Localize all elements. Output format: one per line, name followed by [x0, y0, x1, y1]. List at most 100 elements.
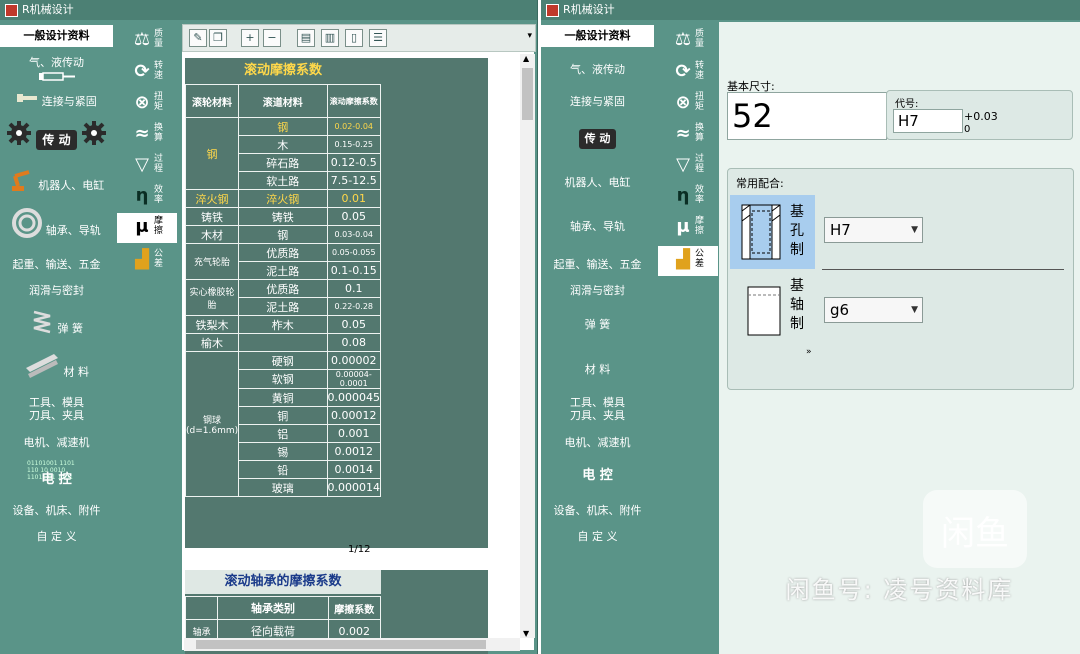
scroll-down-icon[interactable]: ▼ — [523, 629, 529, 638]
table-cell: 0.1 — [326, 279, 381, 298]
table-cell: 榆木 — [184, 333, 240, 352]
category-bearing-rail[interactable]: 轴承、导轨 — [0, 208, 113, 246]
subcat-tolerance[interactable]: ▟ 公差 — [117, 246, 177, 276]
hole-fit-select[interactable]: H7 ▼ — [824, 217, 923, 243]
table-cell: 淬火钢 — [238, 189, 328, 208]
category-label: 润滑与密封 — [570, 284, 625, 297]
subcat-efficiency[interactable]: η 效率 — [117, 182, 177, 212]
table-row: 钢球(d=1.6mm) 硬钢 0.00002 — [184, 351, 381, 497]
expand-icon[interactable]: » — [806, 347, 812, 357]
column-header: 摩擦系数 — [327, 596, 382, 620]
category-item[interactable]: 传 动 — [541, 120, 654, 158]
subcat-process[interactable]: ▽ 过程 — [117, 151, 177, 181]
subcat-item[interactable]: ⟳ 转速 — [658, 58, 718, 88]
category-custom[interactable]: 自 定 义 — [0, 528, 113, 546]
fit-page-icon[interactable]: ▤ — [297, 29, 315, 47]
continuous-page-icon[interactable]: ☰ — [369, 29, 387, 47]
subcat-item[interactable]: μ 摩擦 — [658, 213, 718, 243]
category-label: 设备、机床、附件 — [12, 504, 101, 517]
category-general-design[interactable]: 一般设计资料 — [0, 25, 113, 47]
subcat-item[interactable]: ≈ 换算 — [658, 120, 718, 150]
category-electric-control[interactable]: 01101001 1101 110 10 0010 11011 01 1101 … — [0, 458, 113, 494]
subcat-mass[interactable]: ⚖ 质量 — [117, 26, 177, 56]
subcat-friction[interactable]: μ 摩擦 — [117, 213, 177, 243]
subcat-item[interactable]: ▽ 过程 — [658, 151, 718, 181]
i-beam-icon — [24, 350, 60, 395]
subcat-item[interactable]: η 效率 — [658, 182, 718, 212]
shaft-fit-value: g6 — [830, 301, 850, 319]
table-cell: 优质路 — [238, 279, 328, 298]
vertical-scrollbar[interactable]: ▲ ▼ — [520, 54, 535, 638]
category-label: 工具、模具 刀具、夹具 — [29, 396, 84, 422]
subcat-label: 扭矩 — [695, 92, 705, 112]
category-label: 材 料 — [584, 363, 611, 376]
subcat-item[interactable]: ⚖ 质量 — [658, 26, 718, 56]
category-item[interactable]: 气、液传动 — [541, 54, 654, 86]
table-title: 滚动摩擦系数 — [243, 63, 322, 78]
category-item[interactable]: 材 料 — [541, 350, 654, 390]
subcat-icon: ▟ — [676, 249, 690, 270]
table-cell: 实心橡胶轮胎 — [184, 279, 240, 316]
category-material[interactable]: 材 料 — [0, 350, 113, 390]
pdf-toolbar: ✎ ❐ + − ▤ ▥ ▯ ☰ ▾ — [182, 24, 536, 52]
category-item[interactable]: 一般设计资料 — [541, 25, 654, 47]
hole-basis-label: 基 孔 制 — [790, 204, 804, 258]
subcat-item[interactable]: ▟ 公差 — [658, 246, 718, 276]
category-lifting-conveying[interactable]: 起重、输送、五金 — [0, 256, 113, 274]
column-header: 滚动摩擦系数 — [326, 84, 381, 118]
divider — [822, 269, 1064, 270]
subcat-torque[interactable]: ⊗ 扭矩 — [117, 89, 177, 119]
subcat-icon: ≈ — [675, 123, 691, 144]
category-tools-molds[interactable]: 工具、模具 刀具、夹具 — [0, 396, 113, 426]
category-equipment-machine[interactable]: 设备、机床、附件 — [0, 502, 113, 520]
eta-icon: η — [135, 185, 149, 206]
category-item[interactable]: 轴承、导轨 — [541, 208, 654, 246]
category-item[interactable]: 设备、机床、附件 — [541, 502, 654, 520]
table-cell: 0.00012 — [326, 406, 381, 425]
category-transmission[interactable]: 传 动 — [0, 120, 113, 158]
category-item[interactable]: 机器人、电缸 — [541, 168, 654, 198]
category-item[interactable]: 电机、减速机 — [541, 434, 654, 452]
category-item[interactable]: 连接与紧固 — [541, 90, 654, 114]
zoom-out-icon[interactable]: − — [263, 29, 281, 47]
table-cell: 0.000045 — [326, 388, 381, 407]
copy-icon[interactable]: ❐ — [209, 29, 227, 47]
category-connection-fastening[interactable]: 连接与紧固 — [0, 90, 113, 114]
shaft-fit-select[interactable]: g6 ▼ — [824, 297, 923, 323]
shaft-basis-tab[interactable]: 基 轴 制 » — [730, 273, 815, 357]
table-cell: 泥土路 — [238, 297, 328, 316]
category-motor-reducer[interactable]: 电机、减速机 — [0, 434, 113, 452]
horizontal-scrollbar[interactable] — [184, 638, 520, 651]
single-page-icon[interactable]: ▯ — [345, 29, 363, 47]
fit-width-icon[interactable]: ▥ — [321, 29, 339, 47]
toolbar-overflow-icon[interactable]: ▾ — [527, 31, 532, 41]
table-cell: 铝 — [238, 424, 328, 443]
basic-size-input[interactable]: 52 — [727, 92, 887, 140]
category-item[interactable]: 起重、输送、五金 — [541, 256, 654, 274]
table-cell: 0.15-0.25 — [326, 135, 381, 154]
category-item[interactable]: 工具、模具 刀具、夹具 — [541, 396, 654, 426]
subcat-speed[interactable]: ⟳ 转速 — [117, 58, 177, 88]
category-label: 连接与紧固 — [41, 95, 97, 108]
table-row: 铁梨木 柞木 0.05 — [184, 315, 381, 334]
subcat-item[interactable]: ⊗ 扭矩 — [658, 89, 718, 119]
table-cell: 泥土路 — [238, 261, 328, 280]
category-item[interactable]: 电 控 — [541, 458, 654, 494]
scroll-thumb[interactable] — [522, 68, 533, 120]
category-lubrication-sealing[interactable]: 润滑与密封 — [0, 282, 113, 300]
hole-basis-tab[interactable]: 基 孔 制 — [730, 195, 815, 269]
save-icon[interactable]: ✎ — [189, 29, 207, 47]
category-pneumatic-hydraulic[interactable]: 气、液传动 — [0, 54, 113, 86]
category-spring[interactable]: 弹 簧 — [0, 308, 113, 342]
zoom-in-icon[interactable]: + — [241, 29, 259, 47]
scroll-thumb[interactable] — [196, 640, 486, 649]
category-item[interactable]: 弹 簧 — [541, 308, 654, 342]
code-input[interactable]: H7 — [893, 109, 963, 133]
subcat-conversion[interactable]: ≈ 换算 — [117, 120, 177, 150]
scroll-up-icon[interactable]: ▲ — [523, 54, 529, 63]
category-robot-cylinder[interactable]: 机器人、电缸 — [0, 168, 113, 198]
category-item[interactable]: 润滑与密封 — [541, 282, 654, 300]
category-item[interactable]: 自 定 义 — [541, 528, 654, 546]
table-cell: 钢 — [184, 117, 240, 190]
table-cell: 0.01 — [326, 189, 381, 208]
